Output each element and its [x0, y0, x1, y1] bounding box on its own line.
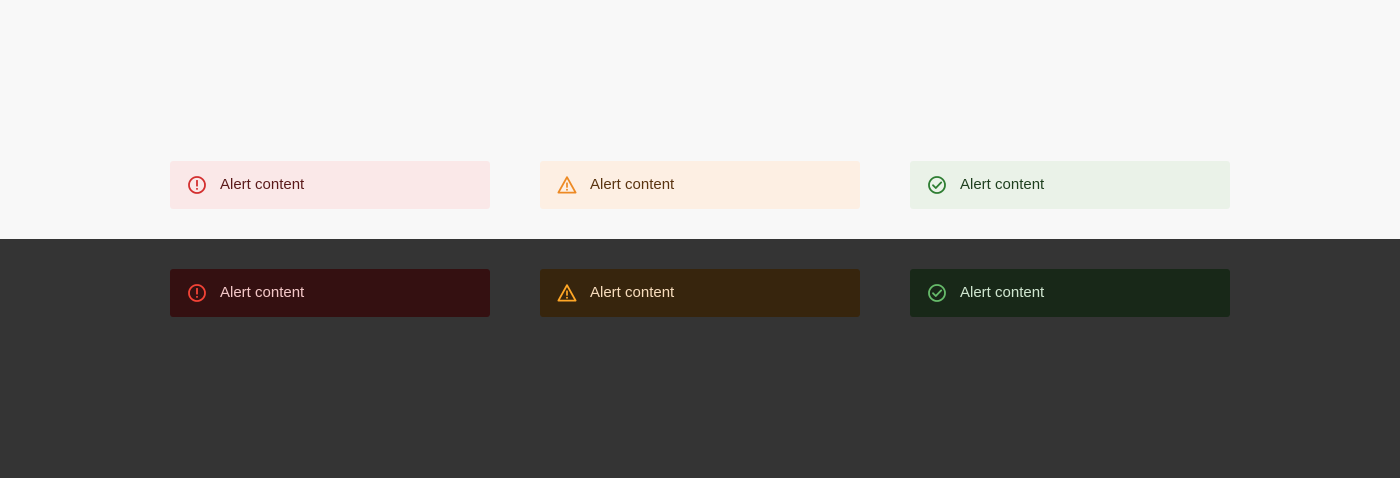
- alert-message: Alert content: [220, 176, 305, 193]
- check-circle-icon: [927, 175, 947, 195]
- alert-error-dark: Alert content: [170, 269, 490, 317]
- alert-success-light: Alert content: [910, 161, 1230, 209]
- alert-warning-dark: Alert content: [540, 269, 860, 317]
- light-theme-section: Alert content Alert content Alert conten…: [0, 0, 1400, 239]
- alert-message: Alert content: [220, 284, 305, 301]
- alert-message: Alert content: [590, 284, 675, 301]
- error-outline-icon: [187, 283, 207, 303]
- alert-message: Alert content: [960, 176, 1045, 193]
- check-circle-icon: [927, 283, 947, 303]
- dark-theme-section: Alert content Alert content Alert conten…: [0, 239, 1400, 478]
- alert-message: Alert content: [960, 284, 1045, 301]
- warning-triangle-icon: [557, 283, 577, 303]
- alert-message: Alert content: [590, 176, 675, 193]
- alert-success-dark: Alert content: [910, 269, 1230, 317]
- error-outline-icon: [187, 175, 207, 195]
- warning-triangle-icon: [557, 175, 577, 195]
- alert-error-light: Alert content: [170, 161, 490, 209]
- alert-warning-light: Alert content: [540, 161, 860, 209]
